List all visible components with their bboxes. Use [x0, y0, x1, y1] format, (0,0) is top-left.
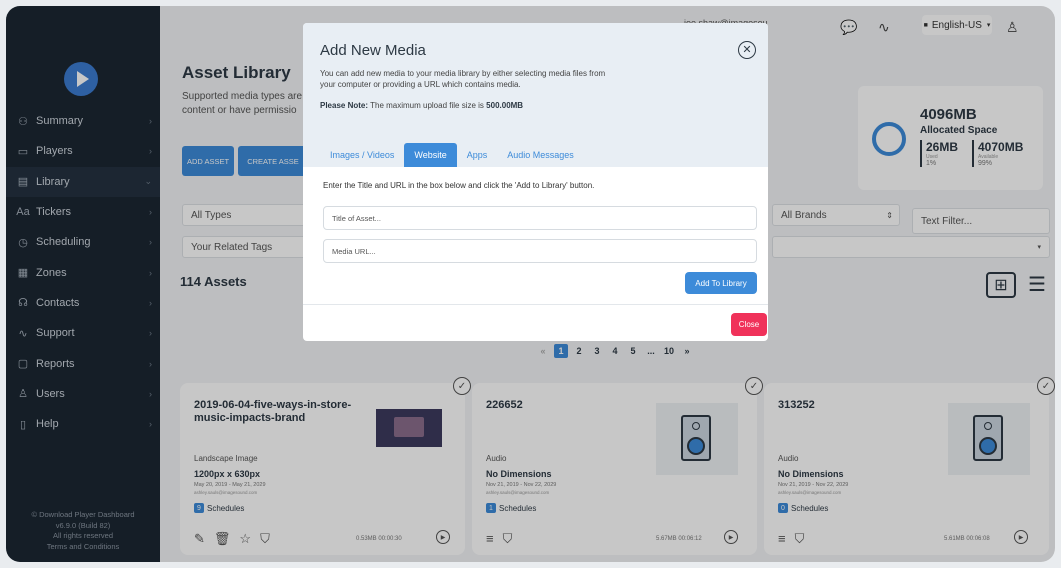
close-icon[interactable]: ✕ [738, 41, 756, 59]
note-text: The maximum upload file size is [370, 101, 484, 110]
media-tabs: Images / Videos Website Apps Audio Messa… [320, 143, 584, 167]
close-button[interactable]: Close [731, 313, 767, 336]
title-of-asset-input[interactable]: Title of Asset... [323, 206, 757, 230]
tab-apps[interactable]: Apps [457, 143, 498, 167]
tab-website[interactable]: Website [404, 143, 457, 167]
app-window: ⚇ Summary › ▭ Players › ▤ Library ⌄ Aa Tickers ›… [6, 6, 1055, 562]
tab-images-videos[interactable]: Images / Videos [320, 143, 404, 167]
tab-audio-messages[interactable]: Audio Messages [497, 143, 584, 167]
note-size: 500.00MB [486, 101, 524, 110]
modal-instruction: Enter the Title and URL in the box below… [323, 181, 595, 190]
add-to-library-button[interactable]: Add To Library [685, 272, 757, 294]
modal-note: Please Note: The maximum upload file siz… [320, 101, 523, 110]
note-label: Please Note: [320, 101, 369, 110]
media-url-input[interactable]: Media URL... [323, 239, 757, 263]
add-media-modal: Add New Media ✕ You can add new media to… [303, 23, 768, 341]
modal-divider [303, 304, 768, 305]
modal-description: You can add new media to your media libr… [320, 69, 606, 89]
modal-title: Add New Media [320, 42, 426, 59]
